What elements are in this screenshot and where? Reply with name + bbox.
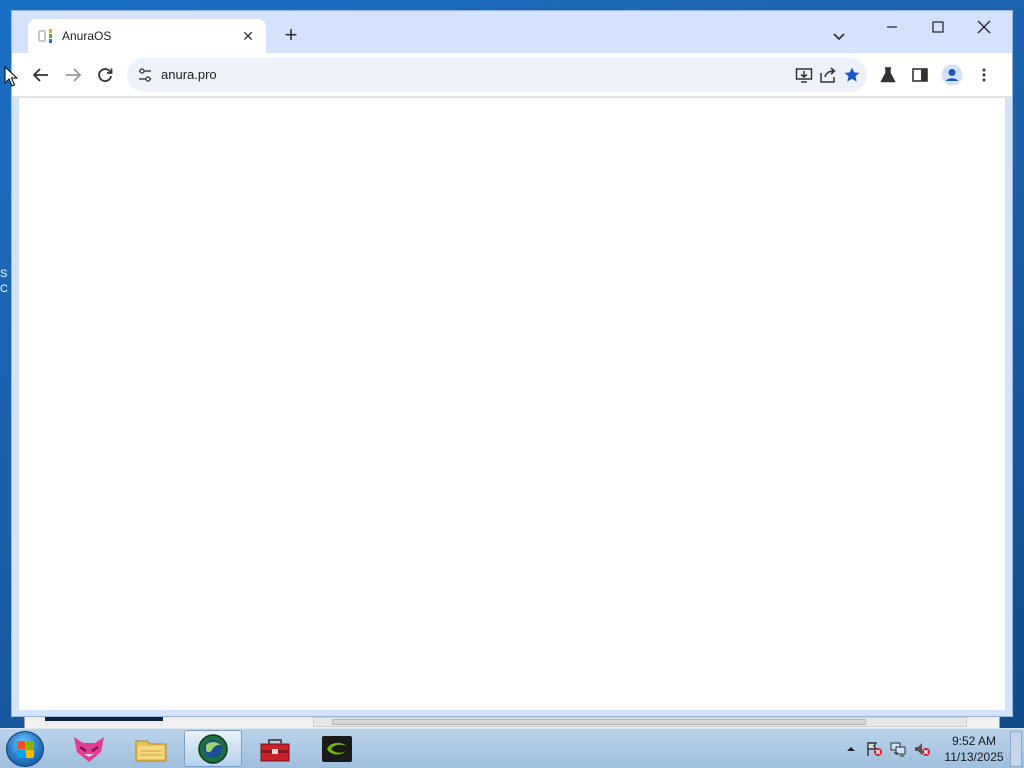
address-bar[interactable]: anura.pro bbox=[127, 58, 867, 92]
fox-app-icon bbox=[74, 736, 104, 762]
tab-strip: AnuraOS ✕ + bbox=[12, 11, 1012, 53]
flag-error-icon bbox=[867, 742, 882, 756]
scrollbar-thumb[interactable] bbox=[332, 719, 866, 725]
labs-button[interactable] bbox=[876, 63, 900, 87]
toolbox-icon bbox=[260, 738, 290, 761]
back-button[interactable] bbox=[29, 63, 53, 87]
network-icon bbox=[890, 742, 906, 757]
tab-close-button[interactable]: ✕ bbox=[240, 28, 256, 45]
install-app-icon bbox=[795, 68, 813, 83]
reload-icon bbox=[98, 68, 113, 82]
clock-date: 11/13/2025 bbox=[944, 750, 1004, 764]
share-icon bbox=[820, 67, 836, 83]
close-icon bbox=[977, 20, 991, 34]
mouse-cursor-icon bbox=[4, 66, 18, 87]
desktop-icon-label-fragment: S bbox=[0, 268, 8, 280]
browser-toolbar: anura.pro bbox=[12, 53, 1012, 97]
close-window-button[interactable] bbox=[962, 13, 1006, 41]
nvidia-icon bbox=[322, 735, 352, 762]
arrow-left-icon bbox=[32, 68, 48, 82]
tab-title: AnuraOS bbox=[62, 29, 112, 43]
profile-icon bbox=[941, 64, 963, 86]
kebab-menu-icon bbox=[982, 68, 986, 82]
forward-button[interactable] bbox=[61, 63, 85, 87]
tab-search-button[interactable] bbox=[828, 25, 850, 47]
site-info-button[interactable] bbox=[137, 67, 153, 83]
taskbar-app-nvidia[interactable] bbox=[308, 730, 366, 767]
taskbar-app-toolbox[interactable] bbox=[246, 730, 304, 767]
taskbar-clock[interactable]: 9:52 AM 11/13/2025 bbox=[940, 733, 1008, 765]
tune-icon bbox=[139, 68, 151, 82]
taskbar-app-fox[interactable] bbox=[60, 730, 118, 767]
tray-network[interactable] bbox=[889, 741, 907, 757]
page-content[interactable] bbox=[19, 98, 1005, 710]
new-tab-button[interactable]: + bbox=[278, 23, 304, 49]
taskbar-app-file-explorer[interactable] bbox=[122, 730, 180, 767]
chevron-down-icon bbox=[833, 33, 845, 41]
taskbar-app-browser[interactable] bbox=[184, 730, 242, 767]
start-button[interactable] bbox=[6, 731, 44, 767]
browser-menu-button[interactable] bbox=[972, 63, 996, 87]
tray-action-center[interactable] bbox=[865, 741, 883, 757]
arrow-right-icon bbox=[66, 68, 82, 82]
volume-muted-icon bbox=[915, 743, 930, 756]
star-icon bbox=[844, 67, 860, 82]
side-panel-icon bbox=[912, 68, 928, 82]
clock-time: 9:52 AM bbox=[951, 734, 997, 748]
reload-button[interactable] bbox=[93, 63, 117, 87]
background-window-bar bbox=[45, 717, 163, 721]
minimize-button[interactable] bbox=[870, 13, 914, 41]
maximize-icon bbox=[932, 21, 944, 33]
side-panel-button[interactable] bbox=[908, 63, 932, 87]
file-explorer-icon bbox=[135, 740, 167, 761]
horizontal-scrollbar[interactable] bbox=[313, 717, 967, 727]
show-desktop-button[interactable] bbox=[1010, 731, 1022, 767]
system-tray: 9:52 AM 11/13/2025 bbox=[840, 729, 1024, 768]
show-hidden-icons-button[interactable] bbox=[842, 741, 860, 757]
taskbar: 9:52 AM 11/13/2025 bbox=[0, 728, 1024, 768]
tab-anuraos[interactable]: AnuraOS ✕ bbox=[28, 19, 266, 53]
desktop-icon-label-fragment: C bbox=[0, 283, 8, 295]
install-app-button[interactable] bbox=[794, 65, 814, 85]
minimize-icon bbox=[887, 26, 897, 28]
browser-globe-icon bbox=[198, 733, 228, 764]
tray-volume[interactable] bbox=[913, 741, 931, 757]
maximize-button[interactable] bbox=[916, 13, 960, 41]
share-button[interactable] bbox=[818, 65, 838, 85]
flask-icon bbox=[880, 67, 896, 83]
address-url[interactable]: anura.pro bbox=[161, 67, 217, 82]
profile-button[interactable] bbox=[940, 63, 964, 87]
browser-window: AnuraOS ✕ + anura.pro bbox=[11, 10, 1013, 717]
anura-favicon-icon bbox=[38, 28, 54, 44]
chevron-up-icon bbox=[847, 747, 855, 751]
bookmark-button[interactable] bbox=[842, 65, 862, 85]
